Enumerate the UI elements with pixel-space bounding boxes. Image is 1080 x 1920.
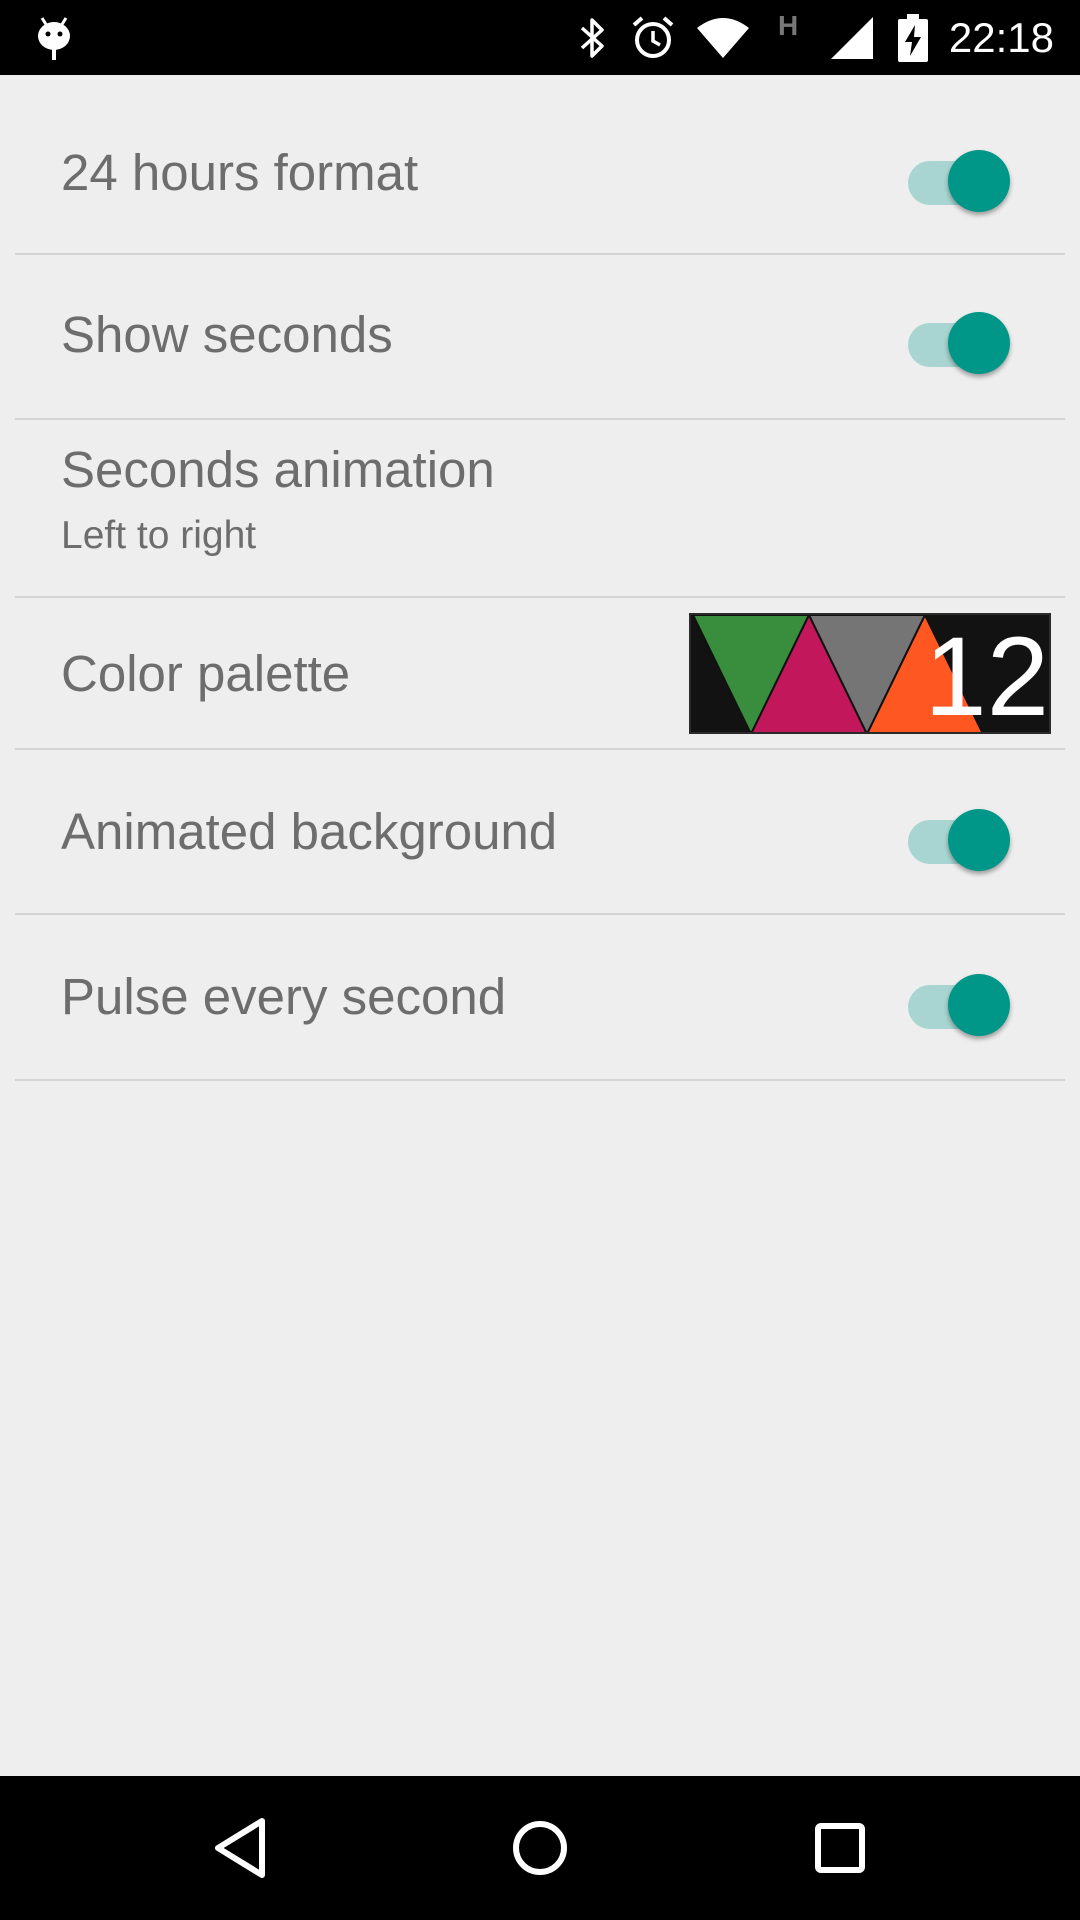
android-notification-icon bbox=[32, 14, 76, 62]
status-time: 22:18 bbox=[948, 14, 1054, 61]
back-icon[interactable] bbox=[202, 1810, 278, 1886]
pref-24-hours-format[interactable]: 24 hours format bbox=[0, 75, 1080, 255]
home-icon[interactable] bbox=[502, 1810, 578, 1886]
palette-number: 12 bbox=[924, 614, 1049, 734]
network-type-label: H bbox=[778, 10, 799, 41]
settings-list: 24 hours format Show seconds Seconds ani… bbox=[0, 75, 1080, 1081]
switch-thumb bbox=[948, 150, 1010, 212]
bluetooth-icon bbox=[572, 14, 614, 62]
switch-show-seconds[interactable] bbox=[906, 301, 1012, 374]
pref-title: Color palette bbox=[61, 645, 351, 702]
switch-thumb bbox=[948, 809, 1010, 871]
switch-thumb bbox=[948, 974, 1010, 1036]
switch-thumb bbox=[948, 312, 1010, 374]
pref-title: Pulse every second bbox=[61, 968, 507, 1025]
recents-icon[interactable] bbox=[802, 1810, 878, 1886]
switch-24-hours-format[interactable] bbox=[906, 139, 1012, 212]
pref-color-palette[interactable]: Color palette 12 bbox=[0, 598, 1080, 750]
navigation-bar bbox=[0, 1776, 1080, 1920]
pref-animated-background[interactable]: Animated background bbox=[0, 750, 1080, 915]
switch-animated-background[interactable] bbox=[906, 798, 1012, 871]
switch-pulse-every-second[interactable] bbox=[906, 963, 1012, 1036]
pref-title: Seconds animation bbox=[61, 441, 495, 498]
pref-pulse-every-second[interactable]: Pulse every second bbox=[0, 915, 1080, 1081]
divider bbox=[15, 1079, 1065, 1081]
battery-charging-icon bbox=[896, 14, 930, 62]
palette-preview[interactable]: 12 bbox=[689, 613, 1051, 734]
pref-title: Animated background bbox=[61, 803, 558, 860]
cell-signal-icon bbox=[828, 14, 876, 62]
pref-summary: Left to right bbox=[61, 514, 257, 557]
pref-show-seconds[interactable]: Show seconds bbox=[0, 255, 1080, 420]
pref-title: 24 hours format bbox=[61, 144, 419, 201]
wifi-icon bbox=[694, 14, 752, 62]
pref-title: Show seconds bbox=[61, 306, 393, 363]
alarm-icon bbox=[628, 14, 678, 62]
pref-seconds-animation[interactable]: Seconds animation Left to right bbox=[0, 420, 1080, 598]
status-bar: H 22:18 bbox=[0, 0, 1080, 75]
